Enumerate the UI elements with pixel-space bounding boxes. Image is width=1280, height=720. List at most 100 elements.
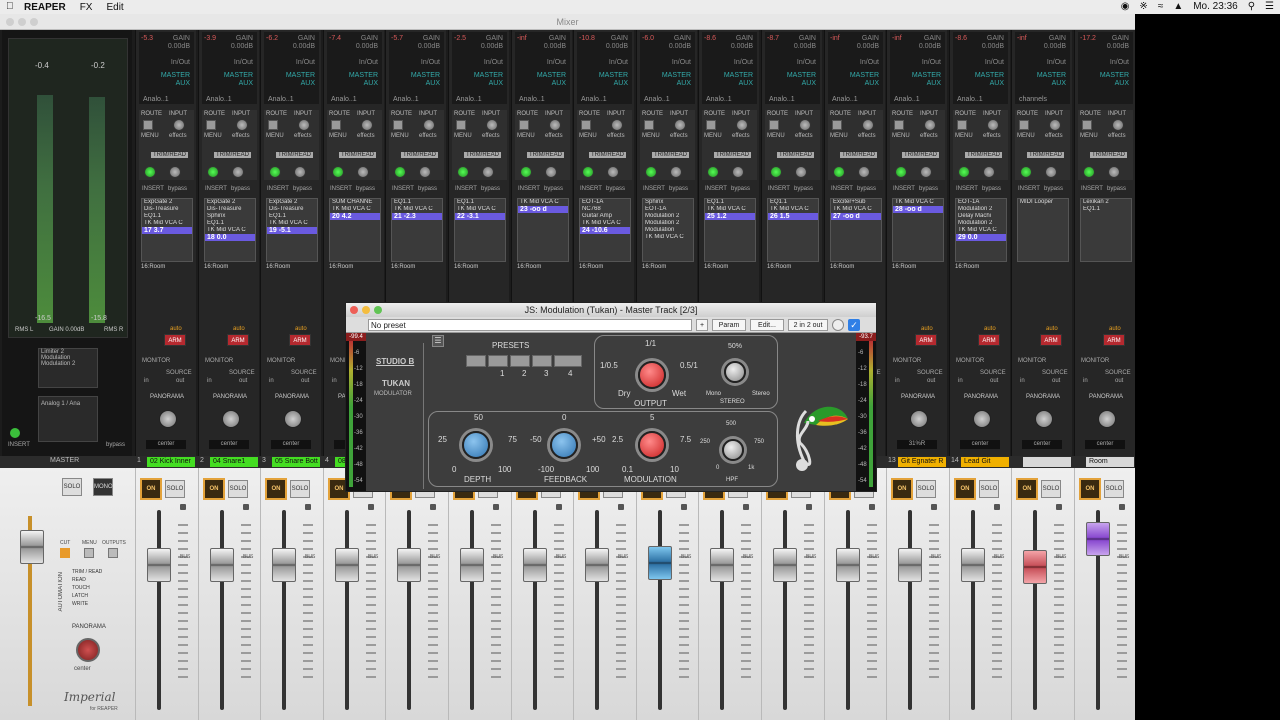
volume-fader[interactable]	[335, 548, 359, 582]
bypass-knob[interactable]	[1108, 166, 1120, 178]
on-button[interactable]: ON	[891, 478, 913, 500]
modulation-knob[interactable]	[638, 431, 666, 459]
trim-read-button[interactable]: TRIM/READ	[777, 152, 814, 158]
fx-chain[interactable]: MIDI Looper	[1017, 198, 1069, 262]
io-button[interactable]: 2 in 2 out	[788, 319, 828, 331]
phase-button[interactable]	[806, 504, 812, 510]
insert-led[interactable]	[958, 166, 970, 178]
plugin-zoom-button[interactable]	[374, 306, 382, 314]
track-name[interactable]: 02 Kick Inner	[147, 457, 195, 467]
bypass-knob[interactable]	[419, 166, 431, 178]
master-solo-button[interactable]: SOLO	[62, 478, 82, 496]
master-analog-box[interactable]: Analog 1 / Ana	[38, 396, 98, 442]
fx-item[interactable]: EQ1.1	[455, 199, 505, 206]
output-knob[interactable]	[638, 361, 666, 389]
enable-checkbox[interactable]: ✓	[848, 319, 860, 331]
on-button[interactable]: ON	[1079, 478, 1101, 500]
preset-num-2[interactable]: 2	[522, 369, 526, 378]
fx-item[interactable]: Dis-Treasure	[267, 206, 317, 213]
input-knob[interactable]	[987, 119, 999, 131]
trim-read-button[interactable]: TRIM/READ	[401, 152, 438, 158]
input-knob[interactable]	[236, 119, 248, 131]
input-knob[interactable]	[549, 119, 561, 131]
input-knob[interactable]	[173, 119, 185, 131]
fx-item[interactable]: TK Mid VCA C	[455, 206, 505, 213]
fx-item[interactable]: Sphinx	[643, 199, 693, 206]
preset-num-3[interactable]: 3	[544, 369, 548, 378]
fx-item[interactable]: Dis-Treasure	[142, 206, 192, 213]
phase-button[interactable]	[180, 504, 186, 510]
fx-item[interactable]: EQ1.1	[768, 199, 818, 206]
master-outputs-button[interactable]	[108, 548, 118, 558]
track-name[interactable]: 05 Snare Bott	[272, 457, 320, 467]
bypass-knob[interactable]	[482, 166, 494, 178]
volume-icon[interactable]: ▲	[1173, 1, 1183, 12]
pan-value[interactable]: center	[271, 440, 311, 449]
arm-button[interactable]: ARM	[164, 334, 186, 346]
plugin-minimize-button[interactable]	[362, 306, 370, 314]
fx-item[interactable]: TK Mid VCA C	[205, 227, 255, 234]
input-knob[interactable]	[611, 119, 623, 131]
route-button[interactable]	[519, 120, 529, 130]
input-knob[interactable]	[674, 119, 686, 131]
volume-fader[interactable]	[585, 548, 609, 582]
route-button[interactable]	[894, 120, 904, 130]
fx-item[interactable]: Modulation 2	[956, 220, 1006, 227]
fx-item[interactable]: TK Mid VCA C	[705, 206, 755, 213]
vca-value[interactable]: 29 0.0	[956, 234, 1006, 241]
route-button[interactable]	[706, 120, 716, 130]
fx-chain[interactable]: EOT-1A Modulation 2 Delay Machi Modulation …	[955, 198, 1007, 262]
fx-item[interactable]: EOT-1A	[956, 199, 1006, 206]
input-knob[interactable]	[799, 119, 811, 131]
bypass-knob[interactable]	[294, 166, 306, 178]
fx-item[interactable]: EQ1.1	[705, 199, 755, 206]
fx-chain[interactable]: Sphinx EOT-1A Modulation 2 Modulation 2 Modu…	[642, 198, 694, 262]
phase-button[interactable]	[305, 504, 311, 510]
route-button[interactable]	[268, 120, 278, 130]
pan-knob[interactable]	[1098, 410, 1116, 428]
vca-value[interactable]: 19 -5.1	[267, 227, 317, 234]
fx-item[interactable]: EQ1.1	[205, 220, 255, 227]
fx-item[interactable]: NC768	[580, 206, 630, 213]
bypass-knob[interactable]	[795, 166, 807, 178]
fx-item[interactable]: EQ1.1	[267, 213, 317, 220]
pan-value[interactable]: center	[1022, 440, 1062, 449]
insert-led[interactable]	[707, 166, 719, 178]
input-knob[interactable]	[736, 119, 748, 131]
trim-read-button[interactable]: TRIM/READ	[965, 152, 1002, 158]
bypass-knob[interactable]	[732, 166, 744, 178]
bypass-knob[interactable]	[545, 166, 557, 178]
insert-led[interactable]	[520, 166, 532, 178]
fx-chain[interactable]: TK Mid VCA C 23 -oo d	[517, 198, 569, 262]
trim-read-button[interactable]: TRIM/READ	[527, 152, 564, 158]
route-button[interactable]	[769, 120, 779, 130]
fx-item[interactable]: EQ1.1	[1081, 206, 1131, 213]
pan-knob[interactable]	[910, 410, 928, 428]
bluetooth-icon[interactable]: ※	[1139, 1, 1147, 12]
track-name[interactable]: Git Egnater R	[898, 457, 946, 467]
pan-knob[interactable]	[1035, 410, 1053, 428]
route-button[interactable]	[393, 120, 403, 130]
trim-read-button[interactable]: TRIM/READ	[652, 152, 689, 158]
arm-button[interactable]: ARM	[915, 334, 937, 346]
phase-button[interactable]	[243, 504, 249, 510]
volume-fader[interactable]	[460, 548, 484, 582]
power-icon[interactable]	[832, 319, 844, 331]
phase-button[interactable]	[430, 504, 436, 510]
bypass-knob[interactable]	[169, 166, 181, 178]
input-knob[interactable]	[361, 119, 373, 131]
route-button[interactable]	[644, 120, 654, 130]
insert-led[interactable]	[1020, 166, 1032, 178]
bypass-knob[interactable]	[670, 166, 682, 178]
input-knob[interactable]	[486, 119, 498, 131]
volume-fader[interactable]	[836, 548, 860, 582]
master-fx-item[interactable]: Modulation 2	[39, 361, 97, 367]
input-knob[interactable]	[423, 119, 435, 131]
insert-led[interactable]	[394, 166, 406, 178]
phase-button[interactable]	[1119, 504, 1125, 510]
minimize-window-button[interactable]	[18, 18, 26, 26]
track-name[interactable]: Room	[1086, 457, 1134, 467]
master-fx-list[interactable]: Limiter 2 Modulation Modulation 2	[38, 348, 98, 388]
auto-mode-read[interactable]: READ	[72, 576, 102, 584]
apple-icon[interactable]: 	[6, 1, 14, 12]
